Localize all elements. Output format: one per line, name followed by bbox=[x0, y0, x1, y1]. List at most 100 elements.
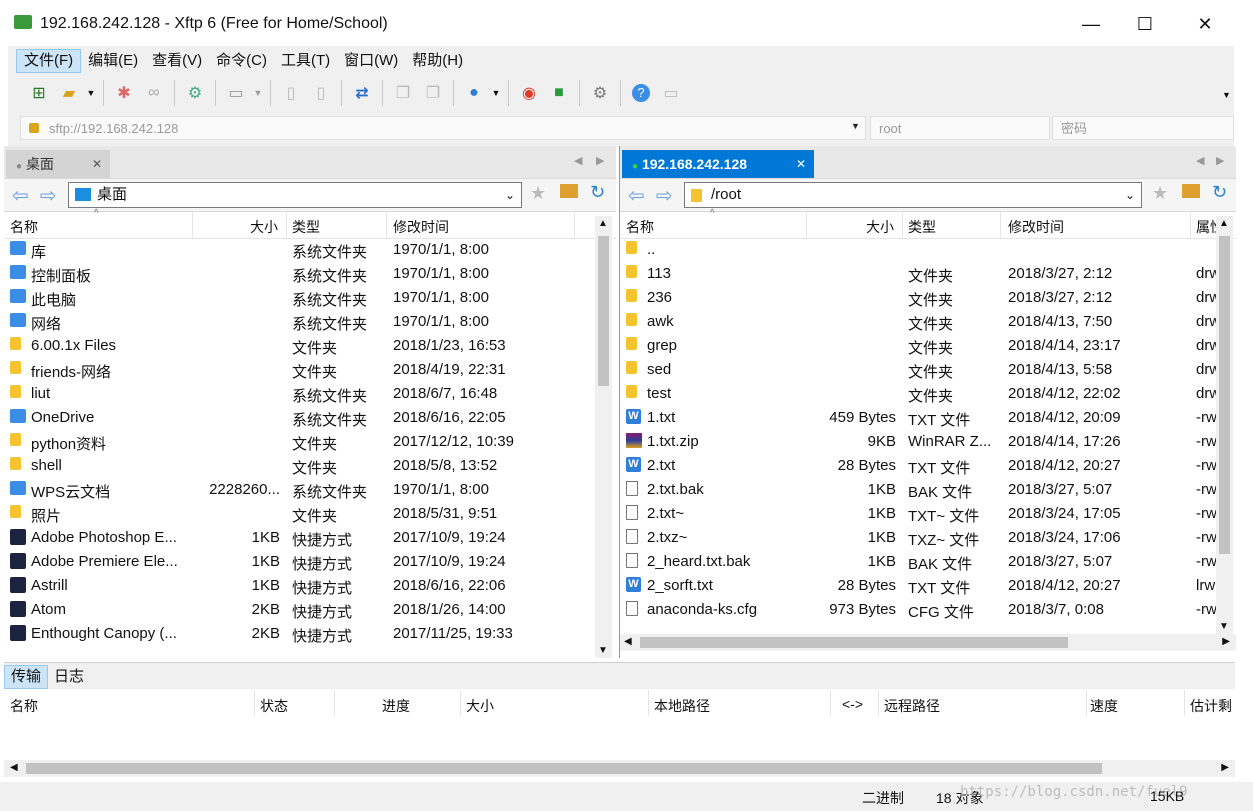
menu-tools[interactable]: 工具(T) bbox=[274, 49, 337, 73]
file-row[interactable]: W 1.txt 459 Bytes TXT 文件 2018/4/12, 20:09 -rw bbox=[620, 406, 1216, 430]
file-row[interactable]: test 文件夹 2018/4/12, 22:02 drw bbox=[620, 382, 1216, 406]
scroll-thumb[interactable] bbox=[598, 236, 609, 386]
file-row[interactable]: grep 文件夹 2018/4/14, 23:17 drw bbox=[620, 334, 1216, 358]
properties-icon[interactable]: ⚙ bbox=[182, 80, 208, 106]
home-folder-icon[interactable] bbox=[560, 184, 578, 198]
tab-scroll-left-icon[interactable]: ◀ bbox=[1196, 154, 1204, 167]
path-dropdown-icon[interactable]: ⌄ bbox=[505, 183, 515, 207]
file-row[interactable]: 6.00.1x Files 文件夹 2018/1/23, 16:53 bbox=[4, 334, 594, 358]
tab-transfers[interactable]: 传输 bbox=[4, 665, 49, 689]
file-row[interactable]: Enthought Canopy (... 2KB 快捷方式 2017/11/25, … bbox=[4, 622, 594, 646]
col-name[interactable]: 名称 bbox=[626, 217, 654, 237]
xcol-size[interactable]: 大小 bbox=[466, 696, 494, 716]
menu-edit[interactable]: 编辑(E) bbox=[81, 49, 145, 73]
menu-help[interactable]: 帮助(H) bbox=[405, 49, 470, 73]
scroll-thumb[interactable] bbox=[26, 763, 1102, 774]
xshell-icon[interactable]: ◉ bbox=[516, 80, 542, 106]
host-input[interactable]: sftp://192.168.242.128 bbox=[20, 116, 866, 140]
file-row[interactable]: 此电脑 系统文件夹 1970/1/1, 8:00 bbox=[4, 286, 594, 310]
tab-close-icon[interactable]: ✕ bbox=[92, 150, 102, 178]
open-folder-icon[interactable]: ▰ bbox=[56, 80, 82, 106]
copy-icon[interactable]: ❐ bbox=[390, 80, 416, 106]
file-row[interactable]: 照片 文件夹 2018/5/31, 9:51 bbox=[4, 502, 594, 526]
scroll-up-icon[interactable]: ▲ bbox=[1219, 218, 1229, 229]
scroll-right-icon[interactable]: ▶ bbox=[1221, 762, 1229, 773]
file-row[interactable]: sed 文件夹 2018/4/13, 5:58 drw bbox=[620, 358, 1216, 382]
path-dropdown-icon[interactable]: ⌄ bbox=[1125, 183, 1135, 207]
xcol-remote-path[interactable]: 远程路径 bbox=[884, 696, 940, 716]
file-row[interactable]: 113 文件夹 2018/3/27, 2:12 drw bbox=[620, 262, 1216, 286]
col-modified[interactable]: 修改时间 bbox=[393, 217, 449, 237]
back-arrow-icon[interactable]: ⇦ bbox=[628, 183, 645, 208]
menu-command[interactable]: 命令(C) bbox=[209, 49, 274, 73]
transfer-icon[interactable]: ⇄ bbox=[349, 80, 375, 106]
file-row[interactable]: python资料 文件夹 2017/12/12, 10:39 bbox=[4, 430, 594, 454]
home-folder-icon[interactable] bbox=[1182, 184, 1200, 198]
col-modified[interactable]: 修改时间 bbox=[1008, 217, 1064, 237]
tab-scroll-right-icon[interactable]: ▶ bbox=[596, 154, 604, 167]
col-attributes[interactable]: 属性 bbox=[1196, 217, 1216, 237]
help-icon[interactable]: ? bbox=[628, 80, 654, 106]
scroll-left-icon[interactable]: ◀ bbox=[10, 762, 18, 773]
tab-local-desktop[interactable]: ● 桌面 ✕ bbox=[6, 150, 110, 178]
xcol-direction[interactable]: <-> bbox=[842, 696, 863, 712]
dropdown-arrow-icon[interactable]: ▼ bbox=[491, 80, 501, 106]
file-row[interactable]: W 2.txt 28 Bytes TXT 文件 2018/4/12, 20:27 -rw bbox=[620, 454, 1216, 478]
file-row[interactable]: 控制面板 系统文件夹 1970/1/1, 8:00 bbox=[4, 262, 594, 286]
file-row[interactable]: OneDrive 系统文件夹 2018/6/16, 22:05 bbox=[4, 406, 594, 430]
scroll-thumb[interactable] bbox=[640, 637, 1068, 648]
col-type[interactable]: 类型 bbox=[292, 217, 320, 237]
host-dropdown-icon[interactable]: ▼ bbox=[851, 121, 860, 131]
remote-horizontal-scrollbar[interactable]: ◀ ▶ bbox=[620, 634, 1236, 651]
bookmark-star-icon[interactable]: ★ bbox=[1152, 183, 1168, 204]
menu-view[interactable]: 查看(V) bbox=[145, 49, 209, 73]
file-row[interactable]: 1.txt.zip 9KB WinRAR Z... 2018/4/14, 17:26 -… bbox=[620, 430, 1216, 454]
maximize-button[interactable]: ☐ bbox=[1122, 10, 1168, 38]
new-session-icon[interactable]: ⊞ bbox=[26, 80, 52, 106]
scroll-up-icon[interactable]: ▲ bbox=[598, 218, 608, 229]
file-row[interactable]: 2.txt.bak 1KB BAK 文件 2018/3/27, 5:07 -rw bbox=[620, 478, 1216, 502]
file-row[interactable]: liut 系统文件夹 2018/6/7, 16:48 bbox=[4, 382, 594, 406]
settings-gear-icon[interactable]: ⚙ bbox=[587, 80, 613, 106]
xcol-eta[interactable]: 估计剩 bbox=[1190, 696, 1235, 716]
queue-icon[interactable]: ▭ bbox=[223, 80, 249, 106]
tab-close-icon[interactable]: ✕ bbox=[796, 150, 806, 178]
upload-icon[interactable]: ▯ bbox=[278, 80, 304, 106]
scroll-left-icon[interactable]: ◀ bbox=[624, 636, 632, 647]
file-row[interactable]: 236 文件夹 2018/3/27, 2:12 drw bbox=[620, 286, 1216, 310]
remote-path-select[interactable]: /root ⌄ bbox=[684, 182, 1142, 208]
tab-remote-session[interactable]: ● 192.168.242.128 ✕ bbox=[622, 150, 814, 178]
reconnect-icon[interactable]: ∞ bbox=[141, 80, 167, 106]
bookmark-star-icon[interactable]: ★ bbox=[530, 183, 546, 204]
tab-scroll-right-icon[interactable]: ▶ bbox=[1216, 154, 1224, 167]
tab-scroll-left-icon[interactable]: ◀ bbox=[574, 154, 582, 167]
transfer-horizontal-scrollbar[interactable]: ◀ ▶ bbox=[4, 760, 1235, 777]
password-input[interactable]: 密码 bbox=[1052, 116, 1234, 140]
scroll-down-icon[interactable]: ▼ bbox=[1219, 621, 1229, 632]
file-row[interactable]: 库 系统文件夹 1970/1/1, 8:00 bbox=[4, 238, 594, 262]
file-row[interactable]: Adobe Photoshop E... 1KB 快捷方式 2017/10/9, 19… bbox=[4, 526, 594, 550]
globe-icon[interactable]: ● bbox=[461, 80, 487, 106]
file-row[interactable]: W 2_sorft.txt 28 Bytes TXT 文件 2018/4/12, 20:… bbox=[620, 574, 1216, 598]
refresh-icon[interactable]: ↻ bbox=[590, 182, 605, 203]
file-row[interactable]: .. bbox=[620, 238, 1216, 262]
file-row[interactable]: Astrill 1KB 快捷方式 2018/6/16, 22:06 bbox=[4, 574, 594, 598]
file-row[interactable]: Atom 2KB 快捷方式 2018/1/26, 14:00 bbox=[4, 598, 594, 622]
file-row[interactable]: 2_heard.txt.bak 1KB BAK 文件 2018/3/27, 5:07 -… bbox=[620, 550, 1216, 574]
file-row[interactable]: friends-网络 文件夹 2018/4/19, 22:31 bbox=[4, 358, 594, 382]
forward-arrow-icon[interactable]: ⇨ bbox=[40, 183, 57, 208]
dropdown-arrow-icon[interactable]: ▼ bbox=[253, 80, 263, 106]
download-icon[interactable]: ▯ bbox=[308, 80, 334, 106]
scroll-thumb[interactable] bbox=[1219, 236, 1230, 554]
xcol-progress[interactable]: 进度 bbox=[382, 696, 410, 716]
file-row[interactable]: 2.txt~ 1KB TXT~ 文件 2018/3/24, 17:05 -rw bbox=[620, 502, 1216, 526]
file-row[interactable]: awk 文件夹 2018/4/13, 7:50 drw bbox=[620, 310, 1216, 334]
remote-vertical-scrollbar[interactable]: ▲ ▼ bbox=[1216, 216, 1233, 634]
disconnect-icon[interactable]: ✱ bbox=[111, 80, 137, 106]
file-row[interactable]: Adobe Premiere Ele... 1KB 快捷方式 2017/10/9, 1… bbox=[4, 550, 594, 574]
file-row[interactable]: anaconda-ks.cfg 973 Bytes CFG 文件 2018/3/7, … bbox=[620, 598, 1216, 622]
menu-file[interactable]: 文件(F) bbox=[16, 49, 82, 73]
comment-icon[interactable]: ▭ bbox=[658, 80, 684, 106]
close-button[interactable]: ✕ bbox=[1182, 10, 1228, 38]
xcol-name[interactable]: 名称 bbox=[10, 696, 38, 716]
